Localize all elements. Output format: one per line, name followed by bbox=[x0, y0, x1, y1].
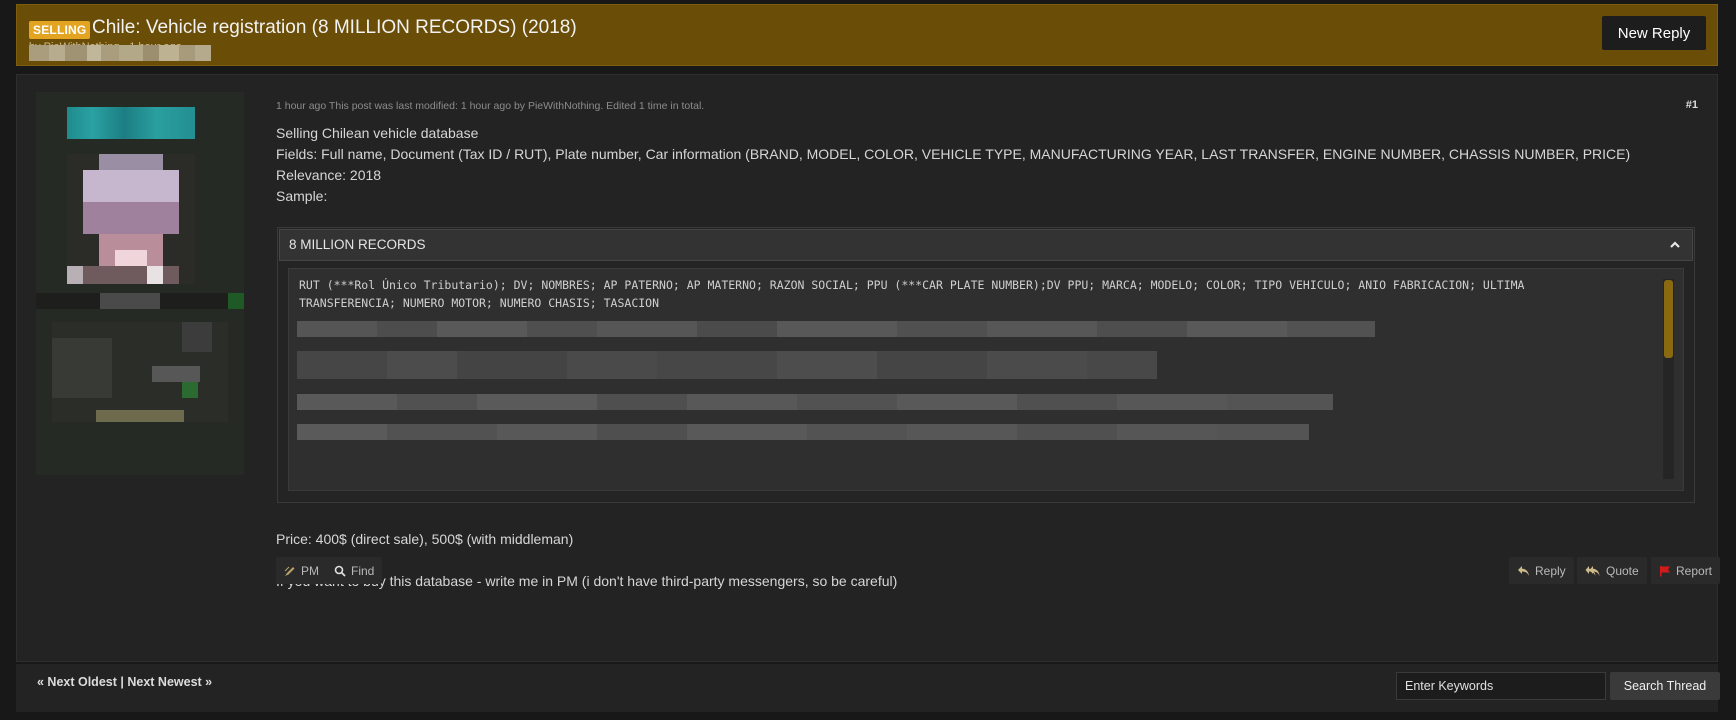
code-header-text: RUT (***Rol Único Tributario); DV; NOMBR… bbox=[299, 278, 1525, 310]
flag-icon bbox=[1660, 565, 1670, 576]
username-pixelated bbox=[67, 107, 195, 139]
quote-button[interactable]: Quote bbox=[1577, 557, 1647, 584]
nav-separator: | bbox=[120, 675, 124, 689]
search-icon bbox=[334, 565, 346, 577]
rank-bar bbox=[36, 293, 244, 309]
post: 1 hour ago This post was last modified: … bbox=[16, 74, 1721, 662]
post-line: Relevance: 2018 bbox=[276, 167, 382, 183]
find-button[interactable]: Find bbox=[326, 557, 383, 584]
report-button[interactable]: Report bbox=[1651, 557, 1721, 584]
post-number-link[interactable]: #1 bbox=[1686, 99, 1698, 111]
quote-label: Quote bbox=[1606, 563, 1639, 578]
spoiler-box: 8 MILLION RECORDS RUT (***Rol Único Trib… bbox=[277, 227, 1695, 503]
search-thread-input[interactable] bbox=[1396, 672, 1606, 700]
pen-icon bbox=[284, 566, 295, 576]
thread-title: Chile: Vehicle registration (8 MILLION R… bbox=[92, 17, 577, 38]
user-stats-pixelated bbox=[52, 322, 228, 422]
new-reply-button[interactable]: New Reply bbox=[1602, 16, 1706, 50]
code-scrollbar[interactable] bbox=[1663, 279, 1674, 479]
post-meta: 1 hour ago This post was last modified: … bbox=[276, 100, 705, 112]
next-newest-link[interactable]: Next Newest » bbox=[127, 675, 212, 689]
thread-header: SELLING Chile: Vehicle registration (8 M… bbox=[16, 4, 1718, 66]
pm-button[interactable]: PM bbox=[276, 557, 327, 584]
post-body: Selling Chilean vehicle database Fields:… bbox=[276, 123, 1630, 207]
report-label: Report bbox=[1676, 563, 1713, 578]
thread-footer: « Next Oldest | Next Newest » Search Thr… bbox=[16, 664, 1720, 712]
spoiler-toggle[interactable]: 8 MILLION RECORDS bbox=[279, 229, 1693, 261]
reply-icon bbox=[1518, 565, 1529, 576]
next-oldest-link[interactable]: « Next Oldest bbox=[37, 675, 117, 689]
reply-label: Reply bbox=[1535, 563, 1566, 578]
spoiler-title: 8 MILLION RECORDS bbox=[289, 237, 426, 252]
redacted-row bbox=[297, 321, 1375, 337]
chevron-up-icon bbox=[1670, 241, 1680, 248]
redacted-row bbox=[297, 394, 1333, 410]
author-panel bbox=[36, 92, 244, 475]
scroll-thumb[interactable] bbox=[1664, 280, 1673, 358]
avatar bbox=[67, 154, 195, 284]
post-line: Fields: Full name, Document (Tax ID / RU… bbox=[276, 146, 1631, 162]
search-thread-button[interactable]: Search Thread bbox=[1610, 672, 1720, 700]
code-block[interactable]: RUT (***Rol Único Tributario); DV; NOMBR… bbox=[288, 268, 1684, 491]
pm-label: PM bbox=[301, 563, 319, 578]
redacted-row bbox=[297, 424, 1309, 440]
reply-button[interactable]: Reply bbox=[1509, 557, 1574, 584]
post-line: Selling Chilean vehicle database bbox=[276, 125, 479, 141]
author-line: by PieWithNothing - 1 hour ago bbox=[29, 41, 211, 63]
post-line: Sample: bbox=[276, 188, 328, 204]
redacted-row bbox=[297, 351, 1157, 379]
price-text: Price: 400$ (direct sale), 500$ (with mi… bbox=[276, 531, 574, 547]
quote-icon bbox=[1585, 565, 1600, 576]
find-label: Find bbox=[351, 563, 375, 578]
selling-badge: SELLING bbox=[29, 21, 91, 39]
author-line-pixelation bbox=[29, 45, 211, 61]
thread-navigation: « Next Oldest | Next Newest » bbox=[37, 675, 212, 689]
